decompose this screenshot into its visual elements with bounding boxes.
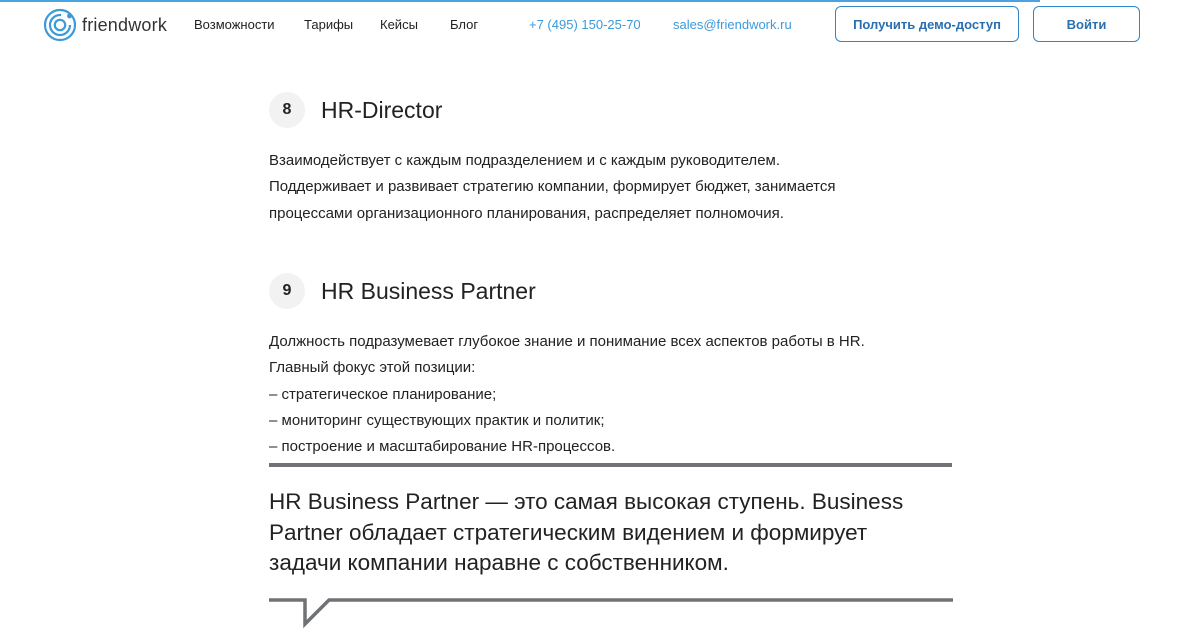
paragraph-line: Главный фокус этой позиции:: [269, 359, 476, 377]
section-description-hr-director: Взаимодействует с каждым подразделением …: [269, 148, 969, 227]
email-link[interactable]: sales@friendwork.ru: [673, 17, 792, 32]
paragraph-line: процессами организационного планирования…: [269, 204, 784, 222]
section-description-hr-business-partner: Должность подразумевает глубокое знание …: [269, 329, 969, 460]
login-button[interactable]: Войти: [1033, 6, 1140, 42]
friendwork-logo-icon: [43, 8, 77, 42]
logo-link[interactable]: friendwork: [43, 8, 167, 42]
section-number-badge: 9: [269, 273, 305, 309]
quote-line: Partner обладает стратегическим видением…: [269, 519, 868, 545]
quote-line: задачи компании наравне с собственником.: [269, 550, 729, 575]
nav-item-features[interactable]: Возможности: [194, 17, 275, 32]
section-number-badge: 8: [269, 92, 305, 128]
quote-top-rule: [269, 463, 952, 467]
pull-quote: HR Business Partner — это самая высокая …: [269, 487, 959, 579]
quote-speech-tail-icon: [269, 598, 953, 629]
section-title: HR-Director: [321, 96, 443, 123]
quote-line: HR Business Partner — это самая высокая …: [269, 489, 904, 514]
list-item: – построение и масштабирование HR-процес…: [269, 438, 616, 456]
section-heading-hr-business-partner: 9 HR Business Partner: [269, 273, 536, 309]
nav-item-cases[interactable]: Кейсы: [380, 17, 418, 32]
paragraph-line: Взаимодействует с каждым подразделением …: [269, 152, 781, 169]
paragraph-line: Поддерживает и развивает стратегию компа…: [269, 178, 836, 196]
demo-access-button[interactable]: Получить демо-доступ: [835, 6, 1019, 42]
section-heading-hr-director: 8 HR-Director: [269, 92, 442, 128]
paragraph-line: Должность подразумевает глубокое знание …: [269, 333, 865, 350]
site-header: friendwork Возможности Тарифы Кейсы Блог…: [0, 0, 1199, 50]
section-title: HR Business Partner: [321, 277, 536, 304]
list-item: – стратегическое планирование;: [269, 385, 497, 403]
logo-text: friendwork: [82, 14, 168, 35]
phone-link[interactable]: +7 (495) 150-25-70: [529, 17, 641, 32]
nav-item-blog[interactable]: Блог: [450, 17, 478, 32]
list-item: – мониторинг существующих практик и поли…: [269, 411, 605, 429]
nav-item-pricing[interactable]: Тарифы: [304, 17, 353, 32]
